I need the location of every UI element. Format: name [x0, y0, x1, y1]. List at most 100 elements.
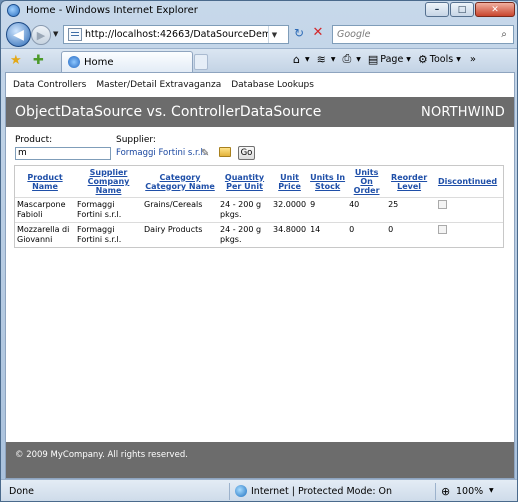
cell-unit-price: 32.0000 [271, 197, 309, 223]
menu-item-database-lookups[interactable]: Database Lookups [231, 80, 314, 90]
home-icon: ⌂ [293, 52, 300, 66]
cell-product: Mascarpone Fabioli [15, 197, 75, 223]
gear-icon: ⚙ [417, 52, 428, 66]
status-text: Done [9, 486, 34, 497]
supplier-lookup-link[interactable]: Formaggi Fortini s.r.l. [116, 148, 206, 158]
clear-lookup-icon[interactable]: ✎ [201, 148, 209, 159]
page-header: ObjectDataSource vs. ControllerDataSourc… [6, 97, 514, 127]
cell-supplier: Formaggi Fortini s.r.l. [75, 222, 142, 247]
zoom-icon[interactable]: ⊕ [441, 485, 450, 498]
cell-discontinued [432, 222, 503, 247]
home-button[interactable]: ⌂ ▼ [293, 53, 310, 66]
history-dropdown-icon[interactable]: ▼ [53, 30, 58, 38]
search-box[interactable]: Google ⌕ [332, 25, 514, 44]
col-supplier-company-name[interactable]: Supplier Company Name [75, 166, 142, 198]
feed-icon: ≋ [316, 52, 326, 66]
col-units-in-stock[interactable]: Units In Stock [308, 166, 347, 198]
page-menu-icon: ▤ [367, 52, 379, 66]
zoom-level[interactable]: 100% [456, 486, 483, 497]
tab-toolbar: ★ ✚ Home ⌂ ▼ ≋ ▼ ⎙ ▼ ▤ Page ▼ ⚙ Tools ▼ » [1, 48, 517, 72]
col-product-name[interactable]: Product Name [15, 166, 75, 198]
feeds-button[interactable]: ≋ ▼ [317, 53, 336, 66]
discontinued-checkbox[interactable] [438, 225, 448, 234]
forward-button[interactable]: ▶ [31, 25, 51, 45]
chevron-right-icon[interactable]: » [470, 54, 476, 65]
go-button[interactable]: Go [238, 146, 255, 160]
menu-item-master-detail[interactable]: Master/Detail Extravaganza [96, 80, 221, 90]
ie-logo-icon [7, 4, 20, 17]
product-label: Product: [15, 135, 53, 145]
cell-discontinued [432, 197, 503, 223]
zoom-dropdown-icon[interactable]: ▼ [489, 487, 494, 494]
cell-reorder-level: 25 [386, 197, 433, 223]
stop-icon[interactable]: ✕ [309, 25, 327, 43]
menu-item-data-controllers[interactable]: Data Controllers [13, 80, 86, 90]
minimize-button[interactable]: – [425, 2, 449, 17]
ie-page-icon [68, 56, 80, 68]
col-discontinued[interactable]: Discontinued [432, 166, 503, 198]
cell-unit-price: 34.8000 [271, 222, 309, 247]
col-reorder-level[interactable]: Reorder Level [386, 166, 432, 198]
window-title: Home - Windows Internet Explorer [26, 5, 198, 16]
status-separator [229, 483, 230, 500]
page-menu-label: Page [380, 53, 404, 65]
cell-units-on-order: 0 [347, 222, 387, 247]
cell-quantity: 24 - 200 g pkgs. [218, 197, 271, 223]
cell-units-in-stock: 14 [308, 222, 348, 247]
status-separator [435, 483, 436, 500]
print-button[interactable]: ⎙ ▼ [342, 52, 360, 66]
tools-menu-label: Tools [429, 53, 454, 65]
close-button[interactable]: ✕ [475, 2, 515, 17]
tab-label: Home [84, 56, 114, 68]
address-row: ◀ ▶ ▼ http://localhost:42663/DataSourceD… [1, 21, 517, 48]
cell-supplier: Formaggi Fortini s.r.l. [75, 197, 142, 223]
add-favorite-icon[interactable]: ✚ [33, 53, 44, 68]
col-unit-price[interactable]: Unit Price [271, 166, 308, 198]
cell-category: Grains/Cereals [142, 197, 218, 223]
url-field[interactable]: http://localhost:42663/DataSourceDemo/De… [85, 29, 268, 40]
page-title: ObjectDataSource vs. ControllerDataSourc… [15, 104, 322, 120]
new-tab-button[interactable] [194, 54, 208, 70]
printer-icon: ⎙ [342, 52, 352, 65]
back-button[interactable]: ◀ [6, 22, 31, 47]
security-zone[interactable]: Internet | Protected Mode: On [251, 486, 392, 497]
command-bar: ⌂ ▼ ≋ ▼ ⎙ ▼ ▤ Page ▼ ⚙ Tools ▼ » [293, 52, 476, 66]
site-menu: Data Controllers Master/Detail Extravaga… [6, 73, 514, 97]
search-icon[interactable]: ⌕ [495, 29, 513, 40]
cell-reorder-level: 0 [386, 222, 433, 247]
favorites-star-icon[interactable]: ★ [10, 53, 22, 68]
supplier-label: Supplier: [116, 135, 156, 145]
url-dropdown-icon[interactable]: ▼ [268, 26, 280, 43]
products-grid: Product Name Supplier Company Name Categ… [14, 165, 504, 248]
browser-window: Home - Windows Internet Explorer – □ ✕ ◀… [0, 0, 518, 502]
folder-icon[interactable] [219, 147, 231, 157]
brand-label: NORTHWIND [421, 104, 505, 120]
tab-home[interactable]: Home [61, 51, 193, 72]
tools-menu[interactable]: ⚙ Tools ▼ [418, 53, 461, 66]
globe-icon [235, 485, 247, 497]
cell-category: Dairy Products [142, 222, 218, 247]
page-menu[interactable]: ▤ Page ▼ [368, 53, 411, 66]
page-footer: © 2009 MyCompany. All rights reserved. [6, 442, 514, 478]
refresh-icon[interactable]: ↻ [290, 26, 308, 43]
page-icon [68, 28, 82, 41]
col-category-name[interactable]: Category Category Name [142, 166, 218, 198]
discontinued-checkbox[interactable] [438, 200, 448, 209]
status-bar: Done Internet | Protected Mode: On ⊕ 100… [1, 479, 517, 501]
copyright-text: © 2009 MyCompany. All rights reserved. [15, 450, 188, 460]
address-bar[interactable]: http://localhost:42663/DataSourceDemo/De… [63, 25, 289, 44]
title-bar: Home - Windows Internet Explorer – □ ✕ [1, 1, 517, 21]
page-viewport: Data Controllers Master/Detail Extravaga… [5, 72, 515, 479]
cell-units-in-stock: 9 [308, 197, 348, 223]
table-row[interactable]: Mozzarella di Giovanni Formaggi Fortini … [15, 222, 503, 247]
col-units-on-order[interactable]: Units On Order [347, 166, 386, 198]
cell-units-on-order: 40 [347, 197, 387, 223]
col-quantity-per-unit[interactable]: Quantity Per Unit [218, 166, 271, 198]
product-input[interactable]: m [15, 147, 111, 160]
filter-bar: Product: m Supplier: Formaggi Fortini s.… [15, 134, 505, 164]
cell-product: Mozzarella di Giovanni [15, 222, 75, 247]
maximize-button[interactable]: □ [450, 2, 474, 17]
search-input[interactable]: Google [333, 29, 495, 40]
cell-quantity: 24 - 200 g pkgs. [218, 222, 271, 247]
table-row[interactable]: Mascarpone Fabioli Formaggi Fortini s.r.… [15, 197, 503, 223]
